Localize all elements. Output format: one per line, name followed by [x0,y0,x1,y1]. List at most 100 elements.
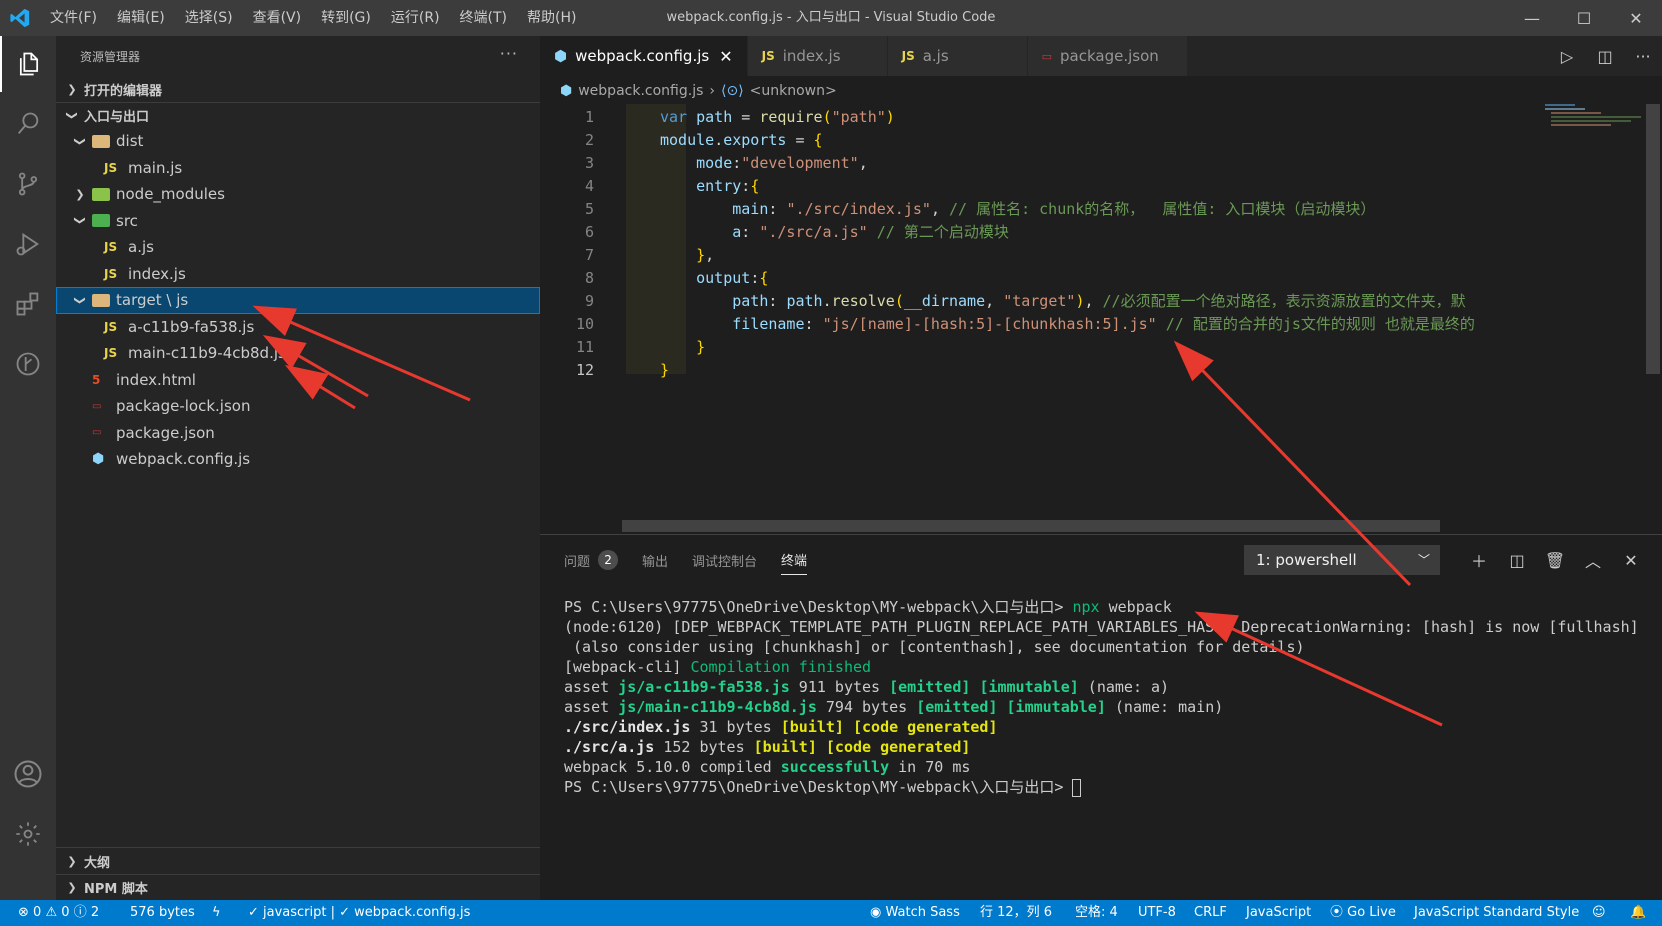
run-file-icon[interactable]: ▷ [1548,47,1586,66]
code-line[interactable]: 11 } [540,336,1640,359]
code-token: entry [696,177,742,195]
close-panel-icon[interactable]: ✕ [1612,551,1650,570]
outline-section[interactable]: ❯ 大纲 [56,848,540,874]
run-debug-icon[interactable] [0,216,56,272]
cursor-position[interactable]: 行 12，列 6 [980,900,1052,926]
tree-file-main-js[interactable]: JS main.js [56,155,540,182]
menu-view[interactable]: 查看(V) [243,0,312,36]
menu-selection[interactable]: 选择(S) [175,0,243,36]
vscode-logo-icon [0,0,40,36]
tab-debug-console[interactable]: 调试控制台 [692,545,757,575]
menu-help[interactable]: 帮助(H) [517,0,586,36]
terminal-text: ./src/a.js [564,738,655,756]
problems-status[interactable]: ⊗ 0 ⚠ 0 ⓘ 2 [18,900,99,926]
menu-run[interactable]: 运行(R) [381,0,450,36]
indentation[interactable]: 空格: 4 [1075,900,1118,926]
tree-file-webpack-config[interactable]: ⬢ webpack.config.js [56,446,540,473]
explorer-sidebar: 资源管理器 ··· ❯ 打开的编辑器 ❯ 入口与出口 ❯ dist JS mai… [56,36,540,900]
terminal-select-value: 1: powershell [1256,551,1357,569]
project-folder-section[interactable]: ❯ 入口与出口 [56,102,540,128]
tab-index-js[interactable]: JS index.js [747,36,888,76]
tree-file-package-lock-json[interactable]: ▭ package-lock.json [56,393,540,420]
split-terminal-icon[interactable]: ◫ [1498,551,1536,570]
code-line[interactable]: 5 main: "./src/index.js", // 属性名: chunk的… [540,198,1640,221]
tree-file-package-json[interactable]: ▭ package.json [56,420,540,447]
explorer-icon[interactable] [0,36,56,92]
maximize-panel-icon[interactable]: ︿ [1574,548,1612,572]
code-line[interactable]: 3 mode:"development", [540,152,1640,175]
tab-webpack-config[interactable]: ⬢ webpack.config.js ✕ [540,36,748,76]
code-line[interactable]: 2 module.exports = { [540,129,1640,152]
settings-gear-icon[interactable] [0,806,56,862]
tab-a-js[interactable]: JS a.js [887,36,1028,76]
minimap[interactable] [1545,104,1645,128]
git-graph-icon[interactable] [0,336,56,392]
menu-edit[interactable]: 编辑(E) [107,0,175,36]
tree-file-index-js[interactable]: JS index.js [56,261,540,288]
terminal-text: webpack 5.10.0 compiled [564,758,781,776]
code-token: "development" [741,154,859,172]
tree-folder-src[interactable]: ❯ src [56,208,540,235]
tree-file-a-js[interactable]: JS a.js [56,234,540,261]
encoding[interactable]: UTF-8 [1138,900,1176,926]
vertical-scrollbar[interactable] [1646,104,1660,374]
maximize-icon[interactable]: ☐ [1558,0,1610,36]
breadcrumb-symbol[interactable]: <unknown> [750,83,837,99]
tab-label: 终端 [781,554,808,569]
language-mode[interactable]: JavaScript [1246,900,1311,926]
npm-scripts-section[interactable]: ❯ NPM 脚本 [56,874,540,900]
lint-status[interactable]: ✓ javascript | ✓ webpack.config.js [248,900,470,926]
tab-output[interactable]: 输出 [642,545,668,575]
close-tab-icon[interactable]: ✕ [719,47,732,66]
terminal-text: 794 bytes [816,698,917,716]
code-editor[interactable]: 1 var path = require("path") 2 module.expor… [540,106,1640,526]
code-line[interactable]: 8 output:{ [540,267,1640,290]
new-terminal-icon[interactable]: ＋ [1460,548,1498,572]
go-live-button[interactable]: ⦿ Go Live [1330,900,1396,926]
terminal-line: (node:6120) [DEP_WEBPACK_TEMPLATE_PATH_P… [564,617,1654,637]
tree-folder-dist[interactable]: ❯ dist [56,128,540,155]
terminal-output[interactable]: PS C:\Users\97775\OneDrive\Desktop\MY-we… [564,597,1654,797]
tab-package-json[interactable]: ▭ package.json [1027,36,1188,76]
code-text: filename: "js/[name]-[hash:5]-[chunkhash… [660,313,1475,336]
code-style[interactable]: JavaScript Standard Style [1414,900,1579,926]
lightning-icon[interactable]: ϟ [212,900,221,926]
tree-folder-target-js[interactable]: ❯ target \ js [56,287,540,314]
line-number: 11 [575,338,594,356]
code-line[interactable]: 12} [540,359,1640,382]
menu-file[interactable]: 文件(F) [40,0,107,36]
search-icon[interactable] [0,96,56,152]
split-editor-icon[interactable]: ◫ [1586,47,1624,66]
feedback-icon[interactable]: ☺ [1592,900,1606,926]
code-line[interactable]: 7 }, [540,244,1640,267]
close-window-icon[interactable]: ✕ [1610,0,1662,36]
tree-folder-node-modules[interactable]: ❯ node_modules [56,181,540,208]
more-actions-icon[interactable]: ··· [500,44,518,63]
watch-sass-button[interactable]: ◉ Watch Sass [870,900,960,926]
source-control-icon[interactable] [0,156,56,212]
end-of-line[interactable]: CRLF [1194,900,1227,926]
code-line[interactable]: 6 a: "./src/a.js" // 第二个启动模块 [540,221,1640,244]
account-icon[interactable] [0,746,56,802]
menu-terminal[interactable]: 终端(T) [450,0,517,36]
code-token: path [786,292,823,310]
code-line[interactable]: 1 var path = require("path") [540,106,1640,129]
code-line[interactable]: 10 filename: "js/[name]-[hash:5]-[chunkh… [540,313,1640,336]
code-line[interactable]: 9 path: path.resolve(__dirname, "target"… [540,290,1640,313]
terminal-select[interactable]: 1: powershell ﹀ [1244,545,1440,575]
tab-problems[interactable]: 问题 2 [564,545,619,575]
open-editors-section[interactable]: ❯ 打开的编辑器 [56,76,540,102]
tree-file-a-hash-js[interactable]: JS a-c11b9-fa538.js [56,314,540,341]
more-actions-icon[interactable]: ··· [1624,47,1662,66]
horizontal-scrollbar[interactable] [622,520,1440,532]
code-line[interactable]: 4 entry:{ [540,175,1640,198]
menu-go[interactable]: 转到(G) [311,0,381,36]
extensions-icon[interactable] [0,276,56,332]
breadcrumb-file[interactable]: webpack.config.js [578,83,703,99]
trash-icon[interactable]: 🗑 [1536,551,1574,570]
tree-file-index-html[interactable]: 5 index.html [56,367,540,394]
tab-terminal[interactable]: 终端 [781,545,808,575]
minimize-icon[interactable]: — [1506,0,1558,36]
notifications-bell-icon[interactable]: 🔔 [1630,900,1646,926]
tree-file-main-hash-js[interactable]: JS main-c11b9-4cb8d.js [56,340,540,367]
